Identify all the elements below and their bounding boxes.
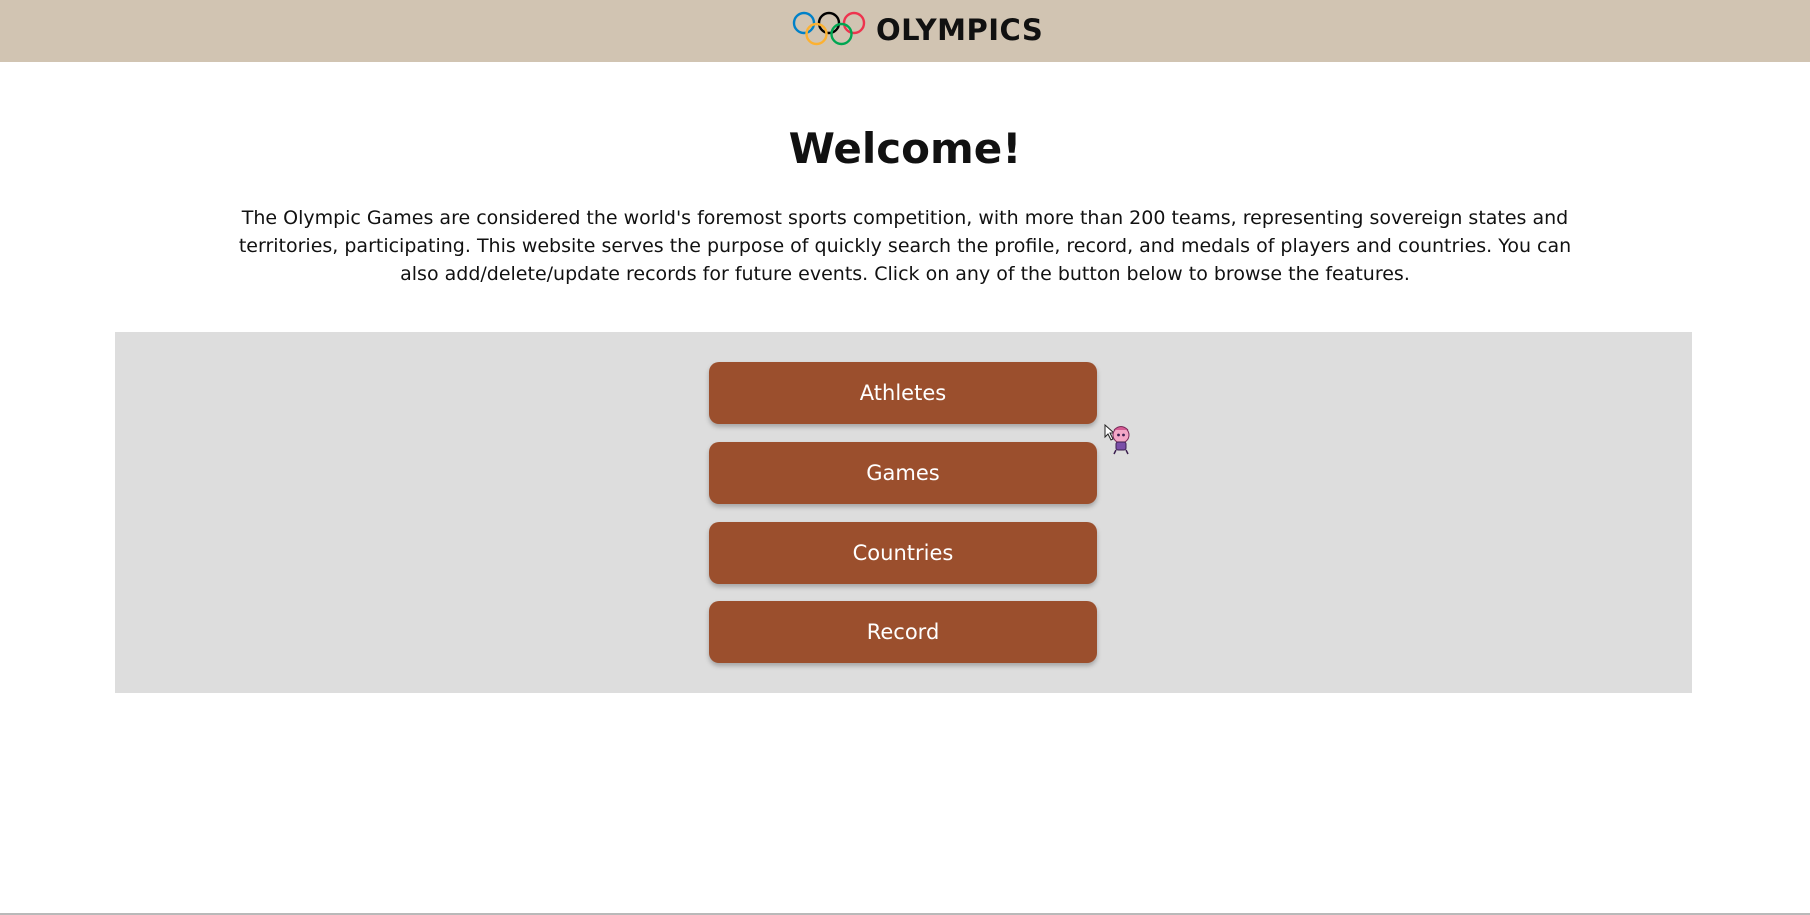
- athletes-button[interactable]: Athletes: [709, 362, 1097, 424]
- brand-text: OLYMPICS: [876, 13, 1044, 47]
- nav-panel: Athletes Games Countries Record: [115, 332, 1692, 693]
- top-header: OLYMPICS: [0, 0, 1810, 62]
- intro-paragraph: The Olympic Games are considered the wor…: [238, 207, 1572, 285]
- anime-character-cursor-icon: [1104, 423, 1130, 455]
- olympic-rings-icon: [792, 11, 866, 46]
- games-button[interactable]: Games: [709, 442, 1097, 504]
- page-title: Welcome!: [788, 124, 1022, 173]
- record-button[interactable]: Record: [709, 601, 1097, 663]
- brand-logo[interactable]: OLYMPICS: [792, 10, 1043, 50]
- countries-button[interactable]: Countries: [709, 522, 1097, 584]
